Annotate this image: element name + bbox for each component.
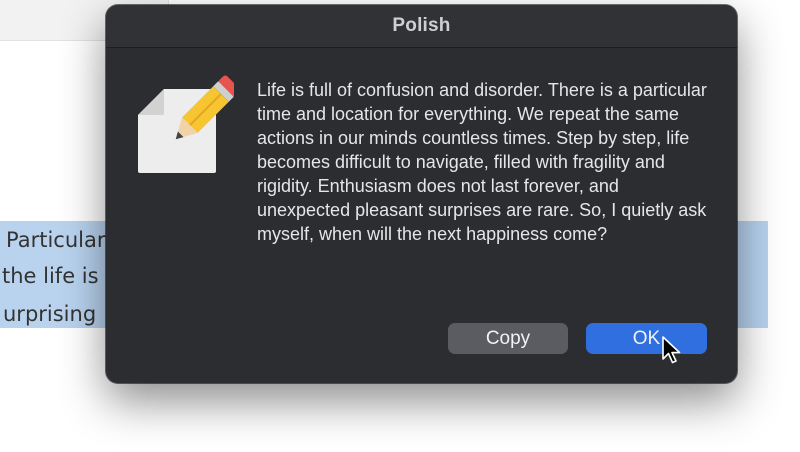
polish-dialog: Polish Life is full of confusion and dis… [106,5,737,383]
background-text-line: Particular [6,228,106,252]
mouse-pointer-icon [661,335,681,365]
pencil-paper-icon [134,75,240,179]
background-text-line: urprising [3,302,97,326]
copy-button[interactable]: Copy [448,323,568,354]
dialog-titlebar: Polish [106,5,737,48]
ok-button[interactable]: OK [586,323,707,354]
background-text-line: the life is [2,264,99,288]
dialog-message: Life is full of confusion and disorder. … [257,80,707,244]
dialog-title: Polish [392,15,451,36]
screen: Particular the life is urprising Polish [0,0,800,452]
